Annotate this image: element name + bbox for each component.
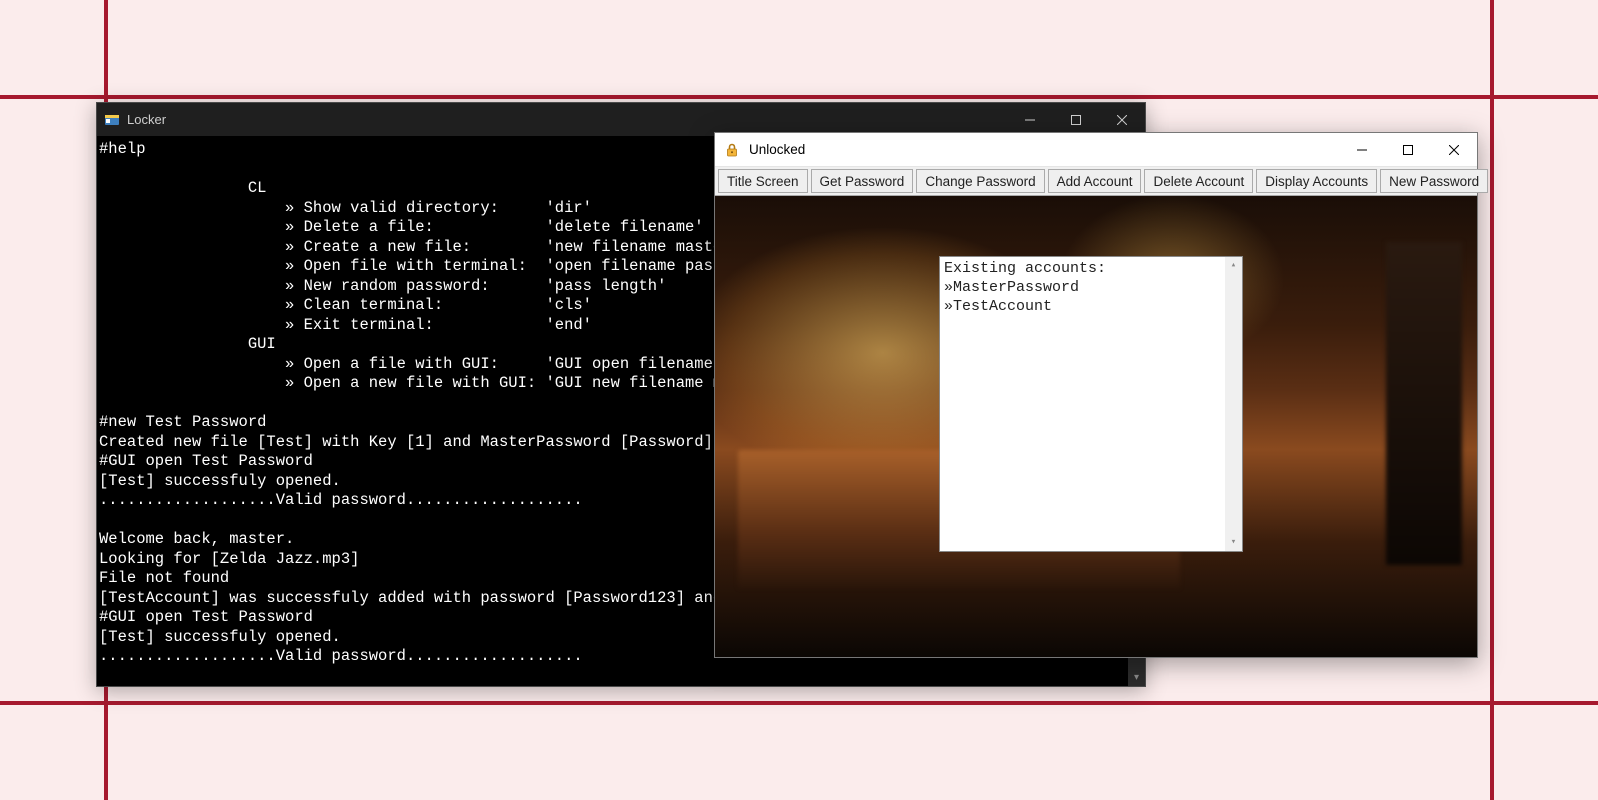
lock-icon (715, 142, 749, 158)
scroll-down-icon[interactable]: ▾ (1128, 669, 1145, 686)
delete-account-button[interactable]: Delete Account (1144, 169, 1253, 193)
add-account-button[interactable]: Add Account (1048, 169, 1142, 193)
title-screen-button[interactable]: Title Screen (718, 169, 808, 193)
gui-body: Existing accounts: »MasterPassword »Test… (715, 196, 1477, 657)
scroll-up-icon[interactable]: ▴ (1225, 257, 1242, 274)
change-password-button[interactable]: Change Password (916, 169, 1044, 193)
grid-vline (1490, 0, 1494, 800)
accounts-panel: Existing accounts: »MasterPassword »Test… (939, 256, 1243, 552)
new-password-button[interactable]: New Password (1380, 169, 1488, 193)
display-accounts-button[interactable]: Display Accounts (1256, 169, 1377, 193)
accounts-scrollbar[interactable]: ▴ ▾ (1225, 257, 1242, 551)
minimize-button[interactable] (1339, 133, 1385, 167)
maximize-button[interactable] (1385, 133, 1431, 167)
app-icon (97, 112, 127, 128)
accounts-list[interactable]: Existing accounts: »MasterPassword »Test… (940, 257, 1225, 551)
terminal-title: Locker (127, 112, 166, 127)
gui-toolbar: Title ScreenGet PasswordChange PasswordA… (715, 167, 1477, 196)
get-password-button[interactable]: Get Password (811, 169, 914, 193)
close-button[interactable] (1431, 133, 1477, 167)
gui-window: Unlocked Title ScreenGet PasswordChange … (714, 132, 1478, 658)
gui-titlebar[interactable]: Unlocked (715, 133, 1477, 167)
grid-hline (0, 95, 1598, 99)
gui-title: Unlocked (749, 142, 805, 157)
grid-hline (0, 701, 1598, 705)
scroll-down-icon[interactable]: ▾ (1225, 534, 1242, 551)
